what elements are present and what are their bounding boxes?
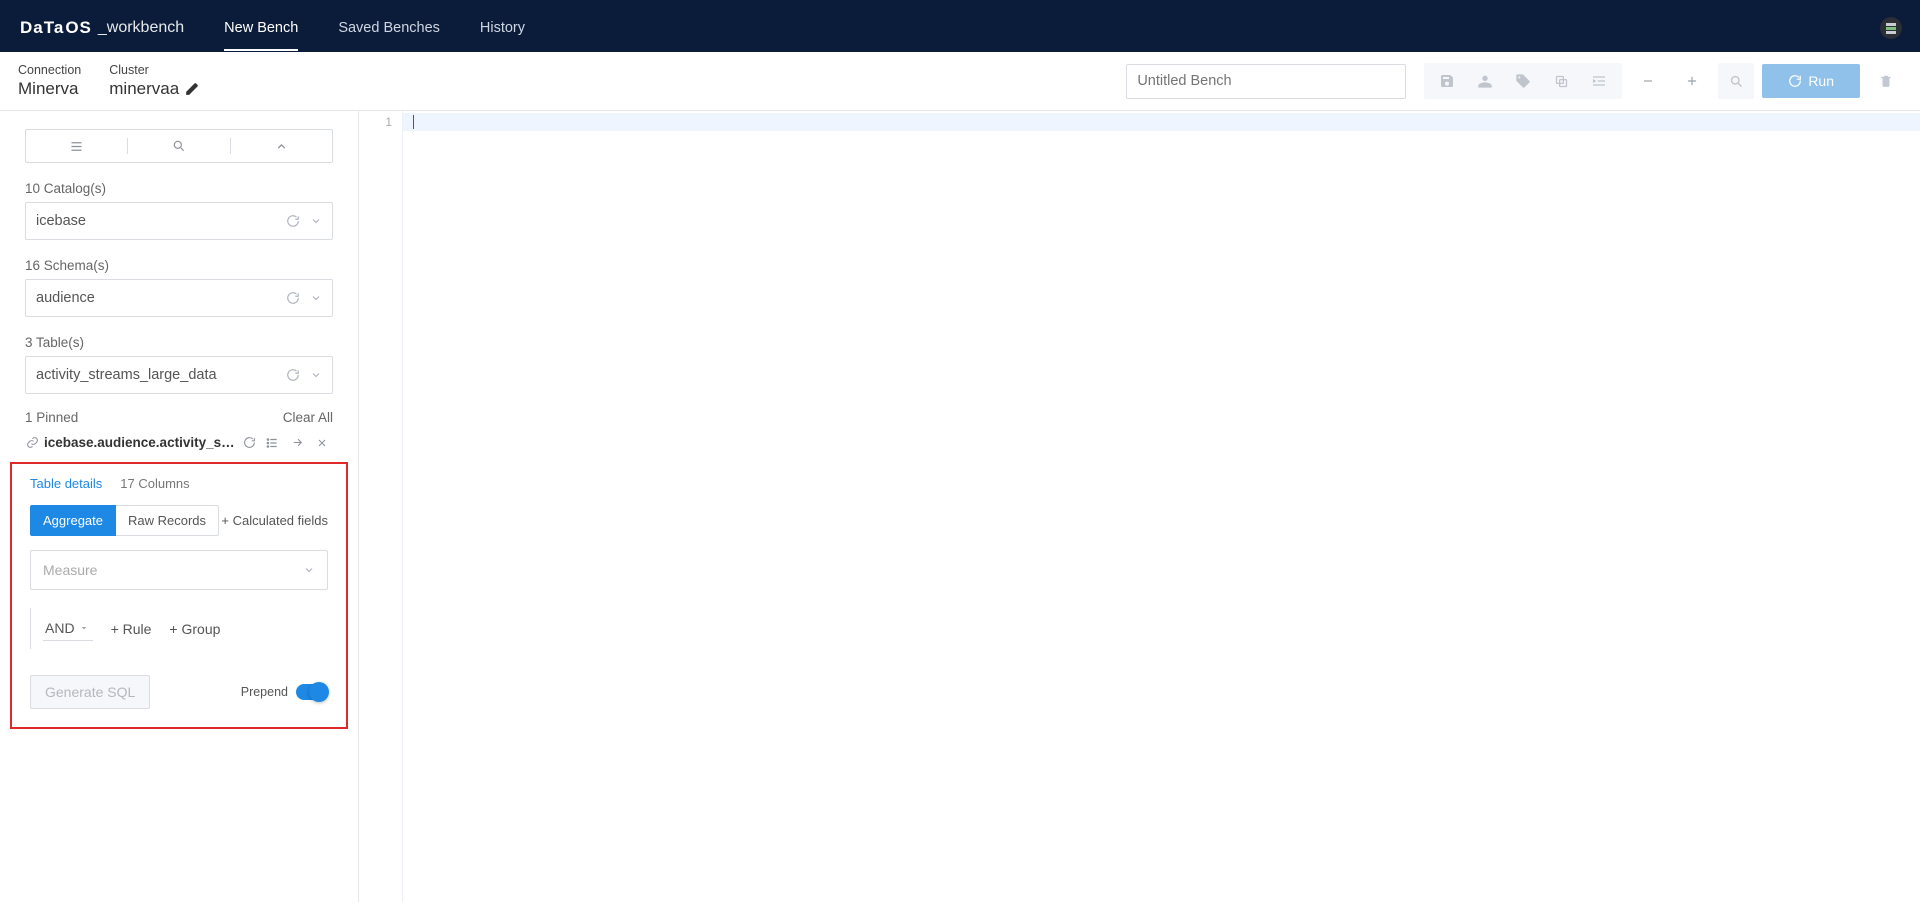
catalog-value: icebase bbox=[36, 213, 86, 229]
studio-panel: Table details 17 Columns Aggregate Raw R… bbox=[10, 462, 348, 729]
sql-editor[interactable]: 1 bbox=[359, 111, 1920, 902]
chevron-down-icon bbox=[310, 369, 322, 381]
logo-os: OS bbox=[65, 18, 92, 38]
catalog-count: 10 Catalog(s) bbox=[25, 181, 333, 196]
pinned-count: 1 Pinned bbox=[25, 410, 78, 425]
editor-gutter: 1 bbox=[359, 111, 403, 902]
prepend-toggle[interactable] bbox=[296, 684, 328, 700]
schema-value: audience bbox=[36, 290, 95, 306]
aggregate-button[interactable]: Aggregate bbox=[30, 505, 116, 536]
logo-sub: _workbench bbox=[98, 19, 184, 37]
close-icon[interactable] bbox=[311, 437, 333, 449]
action-strip bbox=[1424, 63, 1622, 99]
edit-cluster-icon[interactable] bbox=[185, 82, 199, 96]
collapse-icon[interactable] bbox=[231, 140, 332, 153]
refresh-icon[interactable] bbox=[286, 291, 300, 305]
clear-all-link[interactable]: Clear All bbox=[283, 410, 333, 425]
line-number: 1 bbox=[359, 115, 392, 129]
logo-data: DaTa bbox=[20, 18, 64, 38]
cluster-block: Cluster minervaa bbox=[109, 63, 199, 99]
copy-icon[interactable] bbox=[1542, 63, 1580, 99]
schema-count: 16 Schema(s) bbox=[25, 258, 333, 273]
chevron-down-icon bbox=[303, 564, 315, 576]
run-icon bbox=[1788, 74, 1802, 88]
refresh-icon[interactable] bbox=[286, 214, 300, 228]
refresh-icon[interactable] bbox=[286, 368, 300, 382]
app-logo: DaTa OS _workbench bbox=[20, 18, 184, 38]
chevron-down-icon bbox=[310, 215, 322, 227]
avatar[interactable] bbox=[1880, 17, 1902, 39]
tab-table-details[interactable]: Table details bbox=[30, 476, 102, 491]
indent-icon[interactable] bbox=[1580, 63, 1618, 99]
primary-nav: New Bench Saved Benches History bbox=[224, 4, 525, 51]
nav-history[interactable]: History bbox=[480, 4, 525, 51]
raw-records-button[interactable]: Raw Records bbox=[116, 505, 219, 536]
columns-icon[interactable] bbox=[261, 436, 283, 450]
pinned-table-row[interactable]: icebase.audience.activity_str... bbox=[23, 435, 333, 450]
cluster-name: minervaa bbox=[109, 79, 179, 99]
measure-select[interactable]: Measure bbox=[30, 550, 328, 590]
connection-bar: Connection Minerva Cluster minervaa bbox=[0, 52, 1920, 111]
delete-icon[interactable] bbox=[1868, 63, 1904, 99]
link-icon bbox=[23, 436, 41, 449]
connection-label: Connection bbox=[18, 63, 81, 77]
connection-value[interactable]: Minerva bbox=[18, 79, 81, 99]
list-view-icon[interactable] bbox=[26, 139, 127, 154]
app-header: DaTa OS _workbench New Bench Saved Bench… bbox=[0, 3, 1920, 52]
minimize-icon[interactable] bbox=[1630, 63, 1666, 99]
tag-icon[interactable] bbox=[1504, 63, 1542, 99]
sidebar-toolbar bbox=[25, 129, 333, 163]
bench-toolbar: Run bbox=[1126, 63, 1904, 99]
save-icon[interactable] bbox=[1428, 63, 1466, 99]
search-icon[interactable] bbox=[1718, 63, 1754, 99]
tab-columns[interactable]: 17 Columns bbox=[120, 476, 189, 491]
table-select[interactable]: activity_streams_large_data bbox=[25, 356, 333, 394]
nav-new-bench[interactable]: New Bench bbox=[224, 4, 298, 51]
add-group-link[interactable]: + Group bbox=[169, 621, 220, 637]
logic-dropdown[interactable]: AND bbox=[43, 616, 93, 641]
active-line-highlight bbox=[403, 113, 1920, 131]
add-icon[interactable] bbox=[1674, 63, 1710, 99]
nav-saved-benches[interactable]: Saved Benches bbox=[338, 4, 440, 51]
cluster-label: Cluster bbox=[109, 63, 199, 77]
editor-cursor bbox=[413, 115, 414, 129]
catalog-select[interactable]: icebase bbox=[25, 202, 333, 240]
caret-down-icon bbox=[79, 623, 89, 633]
connection-block: Connection Minerva bbox=[18, 63, 81, 99]
calculated-fields-link[interactable]: + Calculated fields bbox=[221, 513, 328, 528]
schema-select[interactable]: audience bbox=[25, 279, 333, 317]
share-icon[interactable] bbox=[1466, 63, 1504, 99]
generate-sql-button[interactable]: Generate SQL bbox=[30, 675, 150, 709]
chevron-down-icon bbox=[310, 292, 322, 304]
refresh-icon[interactable] bbox=[240, 436, 258, 449]
cluster-value[interactable]: minervaa bbox=[109, 79, 199, 99]
measure-placeholder: Measure bbox=[43, 562, 97, 578]
run-label: Run bbox=[1808, 73, 1834, 89]
table-path: icebase.audience.activity_str... bbox=[44, 435, 237, 450]
run-button[interactable]: Run bbox=[1762, 64, 1860, 98]
table-count: 3 Table(s) bbox=[25, 335, 333, 350]
bench-title-input[interactable] bbox=[1126, 64, 1406, 99]
prepend-label: Prepend bbox=[241, 685, 288, 699]
table-value: activity_streams_large_data bbox=[36, 367, 217, 383]
open-icon[interactable] bbox=[286, 436, 308, 449]
add-rule-link[interactable]: + Rule bbox=[111, 621, 152, 637]
logic-label: AND bbox=[45, 620, 75, 636]
sidebar: 10 Catalog(s) icebase 16 Schema(s) audie… bbox=[0, 111, 359, 902]
sidebar-search-icon[interactable] bbox=[128, 139, 229, 153]
